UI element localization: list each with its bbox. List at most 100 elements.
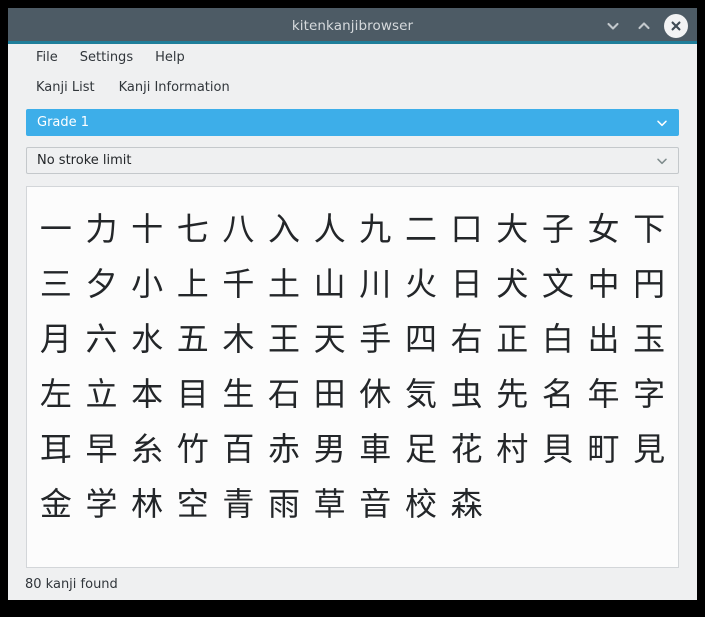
kanji-cell[interactable]: 上	[177, 268, 209, 300]
kanji-cell[interactable]: 足	[405, 433, 437, 465]
window-controls	[602, 8, 688, 44]
kanji-cell[interactable]: 校	[405, 488, 437, 520]
kanji-cell[interactable]: 九	[359, 213, 391, 245]
kanji-cell[interactable]: 夕	[85, 268, 117, 300]
kanji-grid: 一力十七八入人九二口大子女下三夕小上千土山川火日犬文中円月六水五木王天手四右正白…	[33, 201, 672, 531]
kanji-cell[interactable]: 男	[314, 433, 346, 465]
kanji-cell[interactable]: 貝	[542, 433, 574, 465]
kanji-cell[interactable]: 三	[40, 268, 72, 300]
kanji-cell[interactable]: 音	[359, 488, 391, 520]
kanji-cell[interactable]: 七	[177, 213, 209, 245]
kanji-cell[interactable]: 名	[542, 378, 574, 410]
close-icon	[671, 21, 681, 31]
kanji-cell[interactable]: 一	[40, 213, 72, 245]
status-bar: 80 kanji found	[8, 568, 697, 600]
kanji-cell[interactable]: 村	[496, 433, 528, 465]
kanji-cell[interactable]: 火	[405, 268, 437, 300]
kanji-cell[interactable]: 町	[588, 433, 620, 465]
kanji-cell[interactable]: 王	[268, 323, 300, 355]
status-text: 80 kanji found	[25, 576, 118, 592]
kanji-cell[interactable]: 休	[359, 378, 391, 410]
tab-kanji-information[interactable]: Kanji Information	[108, 76, 241, 99]
kanji-cell[interactable]: 四	[405, 323, 437, 355]
kanji-cell[interactable]: 力	[85, 213, 117, 245]
kanji-cell[interactable]: 生	[222, 378, 254, 410]
kanji-cell[interactable]: 立	[85, 378, 117, 410]
kanji-cell[interactable]: 大	[496, 213, 528, 245]
title-bar: kitenkanjibrowser	[8, 8, 697, 44]
kanji-cell[interactable]: 文	[542, 268, 574, 300]
kanji-cell[interactable]: 森	[451, 488, 483, 520]
kanji-cell[interactable]: 虫	[451, 378, 483, 410]
kanji-cell[interactable]: 二	[405, 213, 437, 245]
kanji-cell[interactable]: 正	[496, 323, 528, 355]
kanji-cell[interactable]: 小	[131, 268, 163, 300]
kanji-cell[interactable]: 下	[633, 213, 665, 245]
kanji-cell[interactable]: 気	[405, 378, 437, 410]
kanji-cell[interactable]: 年	[588, 378, 620, 410]
menu-item-settings[interactable]: Settings	[69, 47, 144, 68]
kanji-cell[interactable]: 手	[359, 323, 391, 355]
kanji-cell[interactable]: 犬	[496, 268, 528, 300]
close-button[interactable]	[664, 14, 688, 38]
kanji-cell[interactable]: 草	[314, 488, 346, 520]
tab-kanji-list[interactable]: Kanji List	[25, 76, 106, 99]
menu-item-file[interactable]: File	[25, 47, 69, 68]
kanji-cell[interactable]: 車	[359, 433, 391, 465]
menu-item-help[interactable]: Help	[144, 47, 196, 68]
kanji-cell[interactable]: 山	[314, 268, 346, 300]
kanji-cell[interactable]: 出	[588, 323, 620, 355]
kanji-cell[interactable]: 字	[633, 378, 665, 410]
kanji-cell[interactable]: 林	[131, 488, 163, 520]
kanji-cell[interactable]: 入	[268, 213, 300, 245]
kanji-cell[interactable]: 口	[451, 213, 483, 245]
kanji-cell[interactable]: 天	[314, 323, 346, 355]
kanji-cell[interactable]: 六	[85, 323, 117, 355]
chevron-up-icon	[638, 22, 650, 30]
stroke-limit-select[interactable]: No stroke limit	[26, 147, 679, 174]
kanji-cell[interactable]: 女	[588, 213, 620, 245]
grade-select[interactable]: Grade 1	[26, 109, 679, 136]
kanji-cell[interactable]: 人	[314, 213, 346, 245]
grade-select-value: Grade 1	[37, 115, 90, 130]
kanji-cell[interactable]: 千	[222, 268, 254, 300]
kanji-cell[interactable]: 耳	[40, 433, 72, 465]
kanji-cell[interactable]: 日	[451, 268, 483, 300]
kanji-cell[interactable]: 先	[496, 378, 528, 410]
kanji-cell[interactable]: 左	[40, 378, 72, 410]
kanji-cell[interactable]: 花	[451, 433, 483, 465]
kanji-cell[interactable]: 玉	[633, 323, 665, 355]
kanji-cell[interactable]: 石	[268, 378, 300, 410]
kanji-cell[interactable]: 空	[177, 488, 209, 520]
kanji-cell[interactable]: 田	[314, 378, 346, 410]
kanji-cell[interactable]: 早	[85, 433, 117, 465]
kanji-cell[interactable]: 糸	[131, 433, 163, 465]
kanji-cell[interactable]: 八	[222, 213, 254, 245]
kanji-cell[interactable]: 右	[451, 323, 483, 355]
kanji-cell[interactable]: 土	[268, 268, 300, 300]
minimize-button[interactable]	[602, 15, 624, 37]
kanji-cell[interactable]: 水	[131, 323, 163, 355]
kanji-cell[interactable]: 雨	[268, 488, 300, 520]
kanji-cell[interactable]: 金	[40, 488, 72, 520]
kanji-cell[interactable]: 五	[177, 323, 209, 355]
kanji-cell[interactable]: 川	[359, 268, 391, 300]
maximize-button[interactable]	[633, 15, 655, 37]
kanji-cell[interactable]: 円	[633, 268, 665, 300]
kanji-cell[interactable]: 目	[177, 378, 209, 410]
kanji-cell[interactable]: 青	[222, 488, 254, 520]
kanji-cell[interactable]: 子	[542, 213, 574, 245]
titlebar-accent-line	[8, 41, 697, 44]
kanji-cell[interactable]: 見	[633, 433, 665, 465]
window-title: kitenkanjibrowser	[291, 18, 414, 34]
kanji-cell[interactable]: 中	[588, 268, 620, 300]
kanji-cell[interactable]: 白	[542, 323, 574, 355]
kanji-cell[interactable]: 月	[40, 323, 72, 355]
kanji-cell[interactable]: 木	[222, 323, 254, 355]
kanji-cell[interactable]: 十	[131, 213, 163, 245]
kanji-cell[interactable]: 百	[222, 433, 254, 465]
kanji-cell[interactable]: 学	[85, 488, 117, 520]
kanji-cell[interactable]: 本	[131, 378, 163, 410]
kanji-cell[interactable]: 竹	[177, 433, 209, 465]
kanji-cell[interactable]: 赤	[268, 433, 300, 465]
